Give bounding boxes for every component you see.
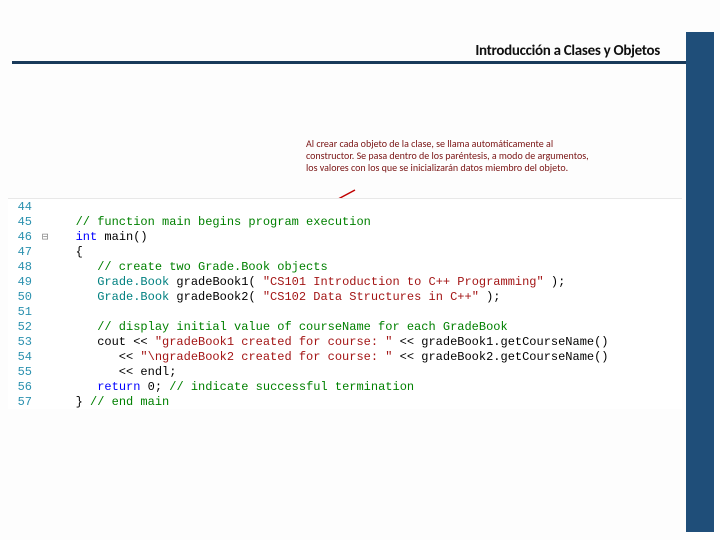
line-number: 50 (8, 290, 36, 304)
code-line: 44 (8, 199, 682, 214)
code-line: 46⊟ int main() (8, 229, 682, 244)
code-line: 57 } // end main (8, 394, 682, 409)
line-number: 49 (8, 275, 36, 289)
code-content: Grade.Book gradeBook1( "CS101 Introducti… (54, 275, 682, 289)
code-line: 54 << "\ngradeBook2 created for course: … (8, 349, 682, 364)
code-content: Grade.Book gradeBook2( "CS102 Data Struc… (54, 290, 682, 304)
line-number: 53 (8, 335, 36, 349)
code-line: 47 { (8, 244, 682, 259)
code-line: 55 << endl; (8, 364, 682, 379)
code-line: 56 return 0; // indicate successful term… (8, 379, 682, 394)
code-line: 50 Grade.Book gradeBook2( "CS102 Data St… (8, 289, 682, 304)
code-content: << endl; (54, 365, 682, 379)
code-line: 53 cout << "gradeBook1 created for cours… (8, 334, 682, 349)
header-underline (12, 61, 688, 64)
code-content: // function main begins program executio… (54, 215, 682, 229)
constructor-annotation: Al crear cada objeto de la clase, se lla… (306, 138, 596, 174)
line-number: 48 (8, 260, 36, 274)
fold-gutter[interactable]: ⊟ (36, 230, 54, 244)
code-line: 52 // display initial value of courseNam… (8, 319, 682, 334)
line-number: 47 (8, 245, 36, 259)
code-content: return 0; // indicate successful termina… (54, 380, 682, 394)
page-title: Introducción a Clases y Objetos (475, 42, 660, 60)
code-content (54, 305, 682, 319)
line-number: 52 (8, 320, 36, 334)
code-line: 48 // create two Grade.Book objects (8, 259, 682, 274)
line-number: 57 (8, 395, 36, 409)
code-line: 45 // function main begins program execu… (8, 214, 682, 229)
line-number: 46 (8, 230, 36, 244)
line-number: 55 (8, 365, 36, 379)
code-content: // display initial value of courseName f… (54, 320, 682, 334)
line-number: 56 (8, 380, 36, 394)
side-accent-block (686, 32, 714, 532)
line-number: 44 (8, 200, 36, 214)
header-bar: Introducción a Clases y Objetos (0, 28, 720, 66)
code-content: } // end main (54, 395, 682, 409)
code-content: // create two Grade.Book objects (54, 260, 682, 274)
code-content: cout << "gradeBook1 created for course: … (54, 335, 682, 349)
code-content: << "\ngradeBook2 created for course: " <… (54, 350, 682, 364)
code-content: { (54, 245, 682, 259)
code-editor: 44 45 // function main begins program ex… (8, 198, 682, 409)
code-line: 51 (8, 304, 682, 319)
line-number: 51 (8, 305, 36, 319)
line-number: 54 (8, 350, 36, 364)
code-content (54, 200, 682, 214)
line-number: 45 (8, 215, 36, 229)
code-line: 49 Grade.Book gradeBook1( "CS101 Introdu… (8, 274, 682, 289)
code-content: int main() (54, 230, 682, 244)
